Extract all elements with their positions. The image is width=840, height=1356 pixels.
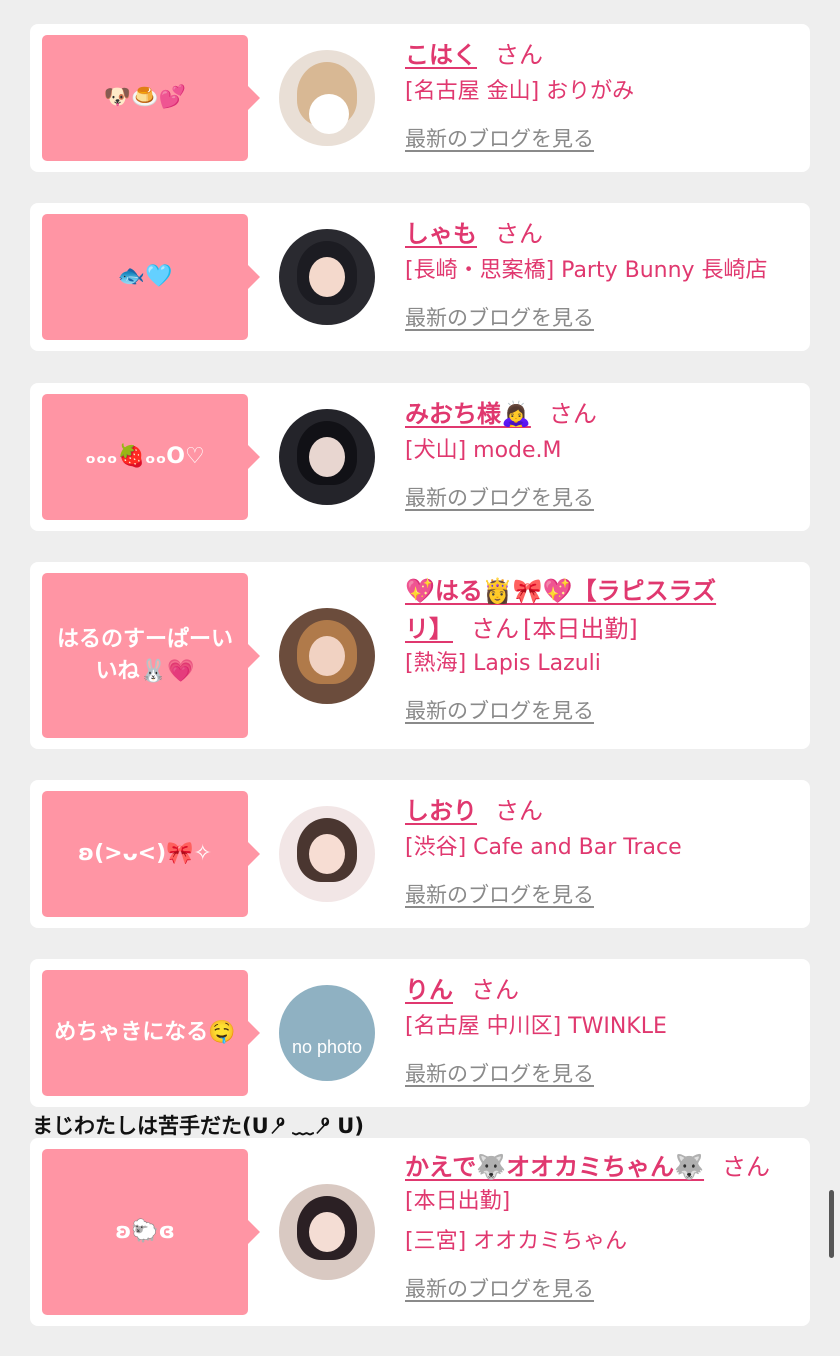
avatar-face-blur [309,94,349,134]
blog-card[interactable]: ʚ(>ᴗ<)🎀✧ しおり さん [渋谷] Cafe and Bar Trace 最… [30,780,810,928]
girl-name-link[interactable]: りん [405,976,453,1004]
san-suffix: さん [495,220,543,248]
latest-blog-link[interactable]: 最新のブログを見る [405,124,798,154]
avatar[interactable] [279,50,375,146]
entry-info: みおち様🙇‍♀️ さん [犬山] mode.M 最新のブログを見る [405,395,798,513]
comment-bubble: 🐟🩵 [42,214,260,340]
name-line: しおり さん [405,792,798,830]
san-suffix: さん [471,615,519,643]
entry-info: しおり さん [渋谷] Cafe and Bar Trace 最新のブログを見る [405,792,798,910]
latest-blog-link[interactable]: 最新のブログを見る [405,1274,798,1304]
latest-blog-link[interactable]: 最新のブログを見る [405,696,798,726]
san-suffix: さん [548,400,597,428]
blog-card[interactable]: めちゃきになる🤤 no photo りん さん [名古屋 中川区] TWINKLE… [30,959,810,1107]
san-suffix: さん [722,1153,771,1181]
girl-name-link[interactable]: こはく [405,41,477,69]
name-line-2: リ】 さん [本日出勤] [405,610,798,648]
girl-name-link[interactable]: かえで🐺オオカミちゃん🐺 [405,1153,704,1181]
scrollbar[interactable] [829,1190,834,1258]
name-line: りん さん [405,971,798,1009]
shop-name: [名古屋 中川区] TWINKLE [405,1014,667,1039]
attendance-status: [本日出勤] [523,615,638,643]
overlay-caption: まじわたしは苦手だた(U ⁰̷ ﹏ ⁰̷ U) [32,1114,364,1138]
shop-name: [名古屋 金山] おりがみ [405,79,635,104]
name-line: みおち様🙇‍♀️ さん [405,395,798,433]
avatar-face [309,636,345,676]
girl-name-link[interactable]: みおち様🙇‍♀️ [405,400,531,428]
comment-bubble: 🐶🍮💕 [42,35,260,161]
san-suffix: さん [471,976,519,1004]
comment-bubble: めちゃきになる🤤 [42,970,260,1096]
blog-card[interactable]: 🐟🩵 しゃも さん [長崎・思案橋] Party Bunny 長崎店 最新のブログ… [30,203,810,351]
comment-bubble: ₒₒₒ🍓ₒₒO♡ [42,394,260,520]
comment-text: ʚ🐑ɞ [115,1219,175,1245]
comment-text: ʚ(>ᴗ<)🎀✧ [77,841,212,867]
girl-name-link[interactable]: しゃも [405,220,477,248]
shop-name: [熱海] Lapis Lazuli [405,651,601,676]
blog-card[interactable]: 🐶🍮💕 こはく さん [名古屋 金山] おりがみ 最新のブログを見る [30,24,810,172]
avatar[interactable] [279,409,375,505]
latest-blog-link[interactable]: 最新のブログを見る [405,1059,798,1089]
avatar[interactable] [279,229,375,325]
shop-name: [長崎・思案橋] Party Bunny 長崎店 [405,258,768,283]
comment-text: はるのすーぱーいいね🐰💗 [56,626,233,684]
no-photo-label: no photo [291,1037,363,1057]
shop-name: [三宮] オオカミちゃん [405,1229,628,1254]
blog-card[interactable]: ʚ🐑ɞ かえで🐺オオカミちゃん🐺 さん [本日出勤] [三宮] オオカミちゃん 最… [30,1138,810,1326]
avatar-face [309,257,345,297]
avatar[interactable]: no photo [279,985,375,1081]
girl-name-link[interactable]: しおり [405,797,477,825]
entry-info: 💖はる👸🎀💖【ラピスラズ リ】 さん [本日出勤] [熱海] Lapis Lazul… [405,572,798,726]
avatar[interactable] [279,806,375,902]
name-line: かえで🐺オオカミちゃん🐺 さん [405,1148,798,1186]
latest-blog-link[interactable]: 最新のブログを見る [405,303,798,333]
comment-text: ₒₒₒ🍓ₒₒO♡ [85,444,205,470]
avatar[interactable] [279,1184,375,1280]
san-suffix: さん [495,41,543,69]
latest-blog-link[interactable]: 最新のブログを見る [405,483,798,513]
avatar-face [309,1212,345,1252]
shop-name: [渋谷] Cafe and Bar Trace [405,835,682,860]
comment-bubble: ʚ🐑ɞ [42,1149,260,1315]
shop-name: [犬山] mode.M [405,438,562,463]
comment-text: 🐟🩵 [117,264,173,290]
entry-info: りん さん [名古屋 中川区] TWINKLE 最新のブログを見る [405,971,798,1089]
blog-card[interactable]: はるのすーぱーいいね🐰💗 💖はる👸🎀💖【ラピスラズ リ】 さん [本日出勤] [熱海… [30,562,810,749]
avatar-face [309,834,345,874]
attendance-status: [本日出勤] [405,1189,511,1214]
comment-text: 🐶🍮💕 [103,85,187,111]
blog-card[interactable]: ₒₒₒ🍓ₒₒO♡ みおち様🙇‍♀️ さん [犬山] mode.M 最新のブログを見… [30,383,810,531]
girl-name-link[interactable]: 💖はる👸🎀💖【ラピスラズ [405,577,716,605]
entry-info: しゃも さん [長崎・思案橋] Party Bunny 長崎店 最新のブログを見る [405,215,798,333]
latest-blog-link[interactable]: 最新のブログを見る [405,880,798,910]
entry-info: かえで🐺オオカミちゃん🐺 さん [本日出勤] [三宮] オオカミちゃん 最新のブロ… [405,1148,798,1304]
avatar-face [309,437,345,477]
avatar[interactable] [279,608,375,704]
comment-bubble: はるのすーぱーいいね🐰💗 [42,573,260,738]
san-suffix: さん [495,797,543,825]
comment-bubble: ʚ(>ᴗ<)🎀✧ [42,791,260,917]
name-line: しゃも さん [405,215,798,253]
girl-name-link-cont[interactable]: リ】 [405,615,453,643]
entry-info: こはく さん [名古屋 金山] おりがみ 最新のブログを見る [405,36,798,154]
name-line: 💖はる👸🎀💖【ラピスラズ [405,572,798,610]
name-line: こはく さん [405,36,798,74]
comment-text: めちゃきになる🤤 [54,1020,236,1046]
